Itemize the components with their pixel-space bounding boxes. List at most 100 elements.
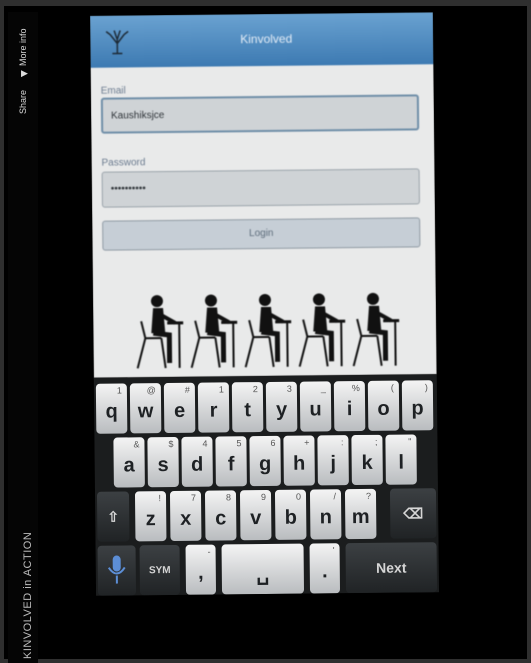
email-field[interactable]: Kaushiksjce: [100, 94, 420, 134]
key-hint: &: [133, 439, 140, 450]
key-o[interactable]: (o: [367, 380, 400, 431]
period-key[interactable]: ' .: [309, 543, 341, 594]
key-h[interactable]: + h: [283, 435, 315, 486]
app-title: Kinvolved: [240, 31, 293, 47]
more-info-link[interactable]: More info: [18, 28, 28, 66]
key-label: j: [330, 452, 337, 475]
key-j[interactable]: :j: [317, 435, 349, 486]
space-icon: ␣: [256, 562, 270, 586]
key-a[interactable]: & a: [113, 437, 145, 488]
key-label: r: [209, 399, 218, 422]
sym-label: SYM: [148, 564, 171, 577]
key-label: b: [284, 506, 297, 529]
key-label: u: [309, 398, 322, 421]
more-info-arrow-icon[interactable]: ▶: [21, 69, 28, 78]
key-p[interactable]: ) p: [401, 380, 434, 431]
key-hint: @: [146, 385, 156, 396]
key-m[interactable]: ? m: [344, 488, 377, 540]
key-label: f: [227, 453, 235, 476]
key-c[interactable]: 8c: [204, 490, 237, 541]
email-label: Email: [100, 85, 126, 97]
key-label: g: [258, 452, 272, 476]
key-label: t: [244, 399, 252, 422]
key-label: e: [173, 399, 186, 422]
key-hint: 7: [190, 492, 197, 503]
channel-brand: KINVOLVED in ACTION: [22, 531, 34, 659]
login-button[interactable]: Login: [102, 217, 421, 251]
key-x[interactable]: 7x: [169, 490, 202, 541]
delete-key[interactable]: ⌫: [389, 488, 437, 539]
key-hint: $: [168, 438, 174, 450]
key-u[interactable]: _ u: [299, 381, 332, 432]
key-label: v: [250, 507, 262, 530]
delete-icon: ⌫: [403, 505, 424, 522]
key-label: z: [145, 508, 156, 531]
key-w[interactable]: @ w: [129, 383, 162, 434]
shift-key[interactable]: ⇧: [96, 491, 130, 542]
key-label: k: [361, 451, 373, 474]
key-label: l: [398, 451, 405, 474]
shift-icon: ⇧: [107, 508, 120, 525]
key-g[interactable]: 6g: [249, 435, 281, 487]
key-hint: 6: [270, 437, 276, 448]
key-label: q: [105, 400, 118, 423]
key-hint: /: [333, 491, 337, 502]
key-f[interactable]: 5f: [215, 436, 247, 487]
key-y[interactable]: 3y: [265, 381, 298, 432]
app-titlebar: Kinvolved: [89, 12, 434, 68]
key-n[interactable]: / n: [309, 489, 342, 540]
comma-label: ,: [197, 561, 204, 584]
key-r[interactable]: 1r: [197, 382, 230, 433]
password-field[interactable]: ••••••••••: [101, 168, 420, 208]
key-s[interactable]: $ s: [147, 436, 179, 488]
key-label: w: [137, 400, 154, 423]
key-z[interactable]: ! z: [134, 491, 167, 542]
key-v[interactable]: 9v: [239, 489, 272, 541]
space-key[interactable]: ␣: [221, 543, 305, 595]
key-hint: 2: [252, 384, 258, 395]
soft-keyboard: 1 q @ w # e 1 r 2 t 3 y _ u% i(o) p & a $ s 4 d 5 f 6 g + h: j; k " l …: [93, 374, 440, 596]
key-hint: _: [320, 383, 326, 394]
key-e[interactable]: # e: [163, 382, 196, 434]
key-hint: 5: [236, 438, 242, 449]
voice-key[interactable]: [97, 545, 137, 596]
key-hint: 1: [116, 385, 122, 396]
key-label: i: [346, 398, 353, 421]
key-hint: 3: [286, 383, 292, 394]
period-label: .: [321, 560, 328, 583]
apostrophe-hint: ': [332, 545, 335, 556]
key-label: o: [377, 397, 390, 420]
next-key[interactable]: Next: [345, 542, 438, 594]
key-label: n: [319, 506, 332, 529]
key-hint: +: [304, 437, 310, 448]
key-hint: 4: [202, 438, 208, 449]
key-hint: ": [408, 436, 412, 447]
key-i[interactable]: % i: [333, 380, 366, 432]
key-hint: 9: [260, 491, 267, 503]
key-hint: !: [158, 493, 162, 504]
key-label: p: [411, 397, 424, 420]
login-app: Kinvolved Email Kaushiksjce Password •••…: [89, 12, 437, 378]
phone-screen: Kinvolved Email Kaushiksjce Password •••…: [89, 12, 440, 596]
key-label: y: [275, 398, 288, 421]
comma-hint: -: [207, 546, 211, 557]
key-label: m: [351, 505, 370, 529]
key-d[interactable]: 4d: [181, 436, 213, 487]
key-label: s: [157, 454, 169, 477]
key-b[interactable]: 0b: [274, 489, 307, 540]
key-k[interactable]: ; k: [351, 434, 383, 486]
sym-key[interactable]: SYM: [139, 544, 181, 596]
key-hint: ?: [365, 490, 372, 501]
share-link[interactable]: Share: [18, 90, 28, 114]
tree-logo-icon: [105, 30, 129, 55]
key-hint: 8: [225, 492, 232, 503]
key-hint: %: [351, 383, 360, 394]
key-hint: (: [390, 382, 394, 393]
key-t[interactable]: 2t: [231, 382, 264, 433]
key-l[interactable]: " l: [385, 434, 417, 485]
key-hint: :: [340, 437, 344, 448]
key-q[interactable]: 1q: [95, 383, 128, 434]
password-label: Password: [101, 157, 146, 169]
password-value: ••••••••••: [110, 183, 146, 195]
comma-key[interactable]: - ,: [185, 544, 217, 595]
